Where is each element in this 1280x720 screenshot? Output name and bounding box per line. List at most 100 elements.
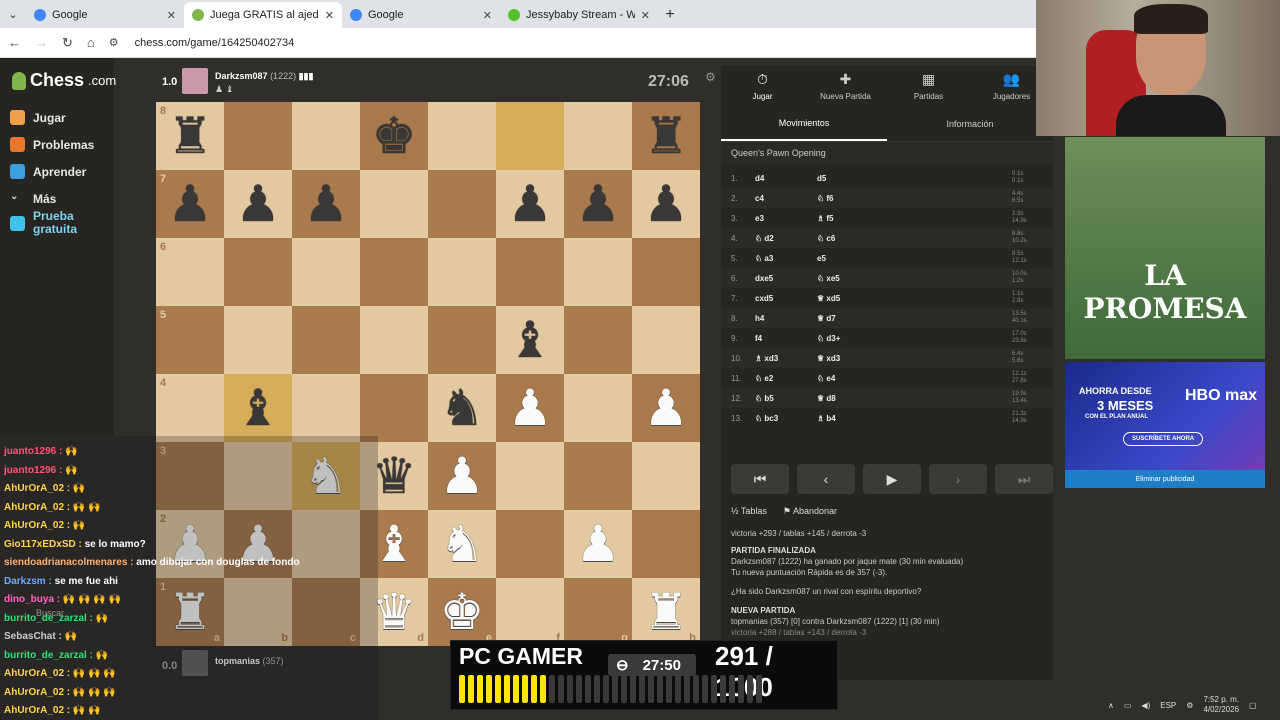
chat-username[interactable]: Darkzsm : (4, 576, 52, 587)
chevron-up-icon[interactable]: ∧ (1108, 701, 1114, 710)
square-h3[interactable] (632, 442, 700, 510)
square-h1[interactable]: h ♜ (632, 578, 700, 646)
square-f5[interactable]: ♝ (496, 306, 564, 374)
settings-gear-icon[interactable]: ⚙ (705, 70, 716, 84)
square-c7[interactable]: ♟ (292, 170, 360, 238)
network-icon[interactable]: ▭ (1124, 701, 1132, 710)
resign-button[interactable]: ⚑ Abandonar (783, 506, 837, 517)
chat-username[interactable]: AhUrOrA_02 : (4, 502, 70, 513)
square-e7[interactable] (428, 170, 496, 238)
chat-username[interactable]: AhUrOrA_02 : (4, 668, 70, 679)
black-move[interactable]: ♘ f6 (817, 194, 1012, 203)
black-move[interactable]: ♘ e4 (817, 374, 1012, 383)
subscribe-button[interactable]: SUSCRÍBETE AHORA (1123, 432, 1204, 446)
square-g5[interactable] (564, 306, 632, 374)
square-a6[interactable]: 6 (156, 238, 224, 306)
black-move[interactable]: ♘ d3+ (817, 334, 1012, 343)
chat-username[interactable]: burrito_de_zarzal : (4, 650, 93, 661)
black-pawn-icon[interactable]: ♟ (168, 179, 213, 229)
sidebar-item[interactable]: Problemas (10, 137, 94, 152)
black-pawn-icon[interactable]: ♟ (508, 179, 553, 229)
black-move[interactable]: ♕ d7 (817, 314, 1012, 323)
square-h4[interactable]: ♟ (632, 374, 700, 442)
square-a8[interactable]: 8 ♜ (156, 102, 224, 170)
square-d5[interactable] (360, 306, 428, 374)
close-icon[interactable]: ✕ (167, 9, 176, 22)
chat-username[interactable]: juanto1296 : (4, 446, 62, 457)
black-knight-icon[interactable]: ♞ (440, 383, 485, 433)
chat-username[interactable]: Gio117xEDxSD : (4, 539, 82, 550)
white-move[interactable]: e3 (755, 214, 817, 223)
square-b5[interactable] (224, 306, 292, 374)
close-icon[interactable]: ✕ (325, 9, 334, 22)
square-c5[interactable] (292, 306, 360, 374)
black-move[interactable]: ♕ d8 (817, 394, 1012, 403)
white-king-icon[interactable]: ♚ (440, 587, 485, 637)
white-move[interactable]: f4 (755, 334, 817, 343)
chat-username[interactable]: siendoadrianacolmenares : (4, 557, 134, 568)
chat-username[interactable]: AhUrOrA_02 : (4, 705, 70, 716)
chat-username[interactable]: juanto1296 : (4, 465, 62, 476)
remove-ads-button[interactable]: Eliminar publicidad (1065, 470, 1265, 488)
close-icon[interactable]: ✕ (641, 9, 650, 22)
chat-username[interactable]: AhUrOrA_02 : (4, 687, 70, 698)
browser-tab[interactable]: Juega GRATIS al ajedrez onl ✕ (184, 2, 342, 28)
tab-search-chevron-icon[interactable]: ⌄ (0, 0, 26, 28)
chat-username[interactable]: SebasChat : (4, 631, 62, 642)
white-move[interactable]: h4 (755, 314, 817, 323)
chat-username[interactable]: AhUrOrA_02 : (4, 520, 70, 531)
black-rook-icon[interactable]: ♜ (168, 111, 213, 161)
square-b7[interactable]: ♟ (224, 170, 292, 238)
language-indicator[interactable]: ESP (1160, 701, 1176, 710)
square-d6[interactable] (360, 238, 428, 306)
square-g1[interactable]: g (564, 578, 632, 646)
square-e8[interactable] (428, 102, 496, 170)
clock[interactable]: 7:52 p. m. 4/02/2026 (1203, 695, 1239, 715)
square-e4[interactable]: ♞ (428, 374, 496, 442)
square-b8[interactable] (224, 102, 292, 170)
first-move-button[interactable]: ⏮ (731, 464, 789, 494)
back-icon[interactable]: ← (8, 35, 21, 50)
black-queen-icon[interactable]: ♛ (372, 451, 417, 501)
square-a5[interactable]: 5 (156, 306, 224, 374)
black-rook-icon[interactable]: ♜ (644, 111, 689, 161)
square-h8[interactable]: ♜ (632, 102, 700, 170)
black-move[interactable]: ♕ xd5 (817, 294, 1012, 303)
square-f6[interactable] (496, 238, 564, 306)
tab-movimientos[interactable]: Movimientos (721, 106, 887, 141)
white-pawn-icon[interactable]: ♟ (440, 451, 485, 501)
square-f2[interactable] (496, 510, 564, 578)
square-f7[interactable]: ♟ (496, 170, 564, 238)
square-f3[interactable] (496, 442, 564, 510)
square-d8[interactable]: ♚ (360, 102, 428, 170)
reload-icon[interactable]: ↻ (62, 35, 73, 51)
square-e1[interactable]: e ♚ (428, 578, 496, 646)
chat-username[interactable]: dino_buya : (4, 594, 60, 605)
browser-tab[interactable]: Jessybaby Stream - Watch Live ✕ (500, 2, 658, 28)
last-move-button[interactable]: ⏭ (995, 464, 1053, 494)
white-move[interactable]: ♘ bc3 (755, 414, 817, 423)
play-button[interactable]: ▶ (863, 464, 921, 494)
black-king-icon[interactable]: ♚ (372, 111, 417, 161)
square-g6[interactable] (564, 238, 632, 306)
black-bishop-icon[interactable]: ♝ (508, 315, 553, 365)
draw-button[interactable]: ½ Tablas (731, 506, 767, 517)
volume-icon[interactable]: ◀) (1141, 701, 1150, 710)
square-d7[interactable] (360, 170, 428, 238)
close-icon[interactable]: ✕ (483, 9, 492, 22)
white-move[interactable]: ♘ b5 (755, 394, 817, 403)
square-a7[interactable]: 7 ♟ (156, 170, 224, 238)
square-g2[interactable]: ♟ (564, 510, 632, 578)
square-h6[interactable] (632, 238, 700, 306)
square-h5[interactable] (632, 306, 700, 374)
square-g3[interactable] (564, 442, 632, 510)
square-g8[interactable] (564, 102, 632, 170)
chat-username[interactable]: AhUrOrA_02 : (4, 483, 70, 494)
new-tab-button[interactable]: + (658, 2, 682, 28)
white-move[interactable]: ♘ e2 (755, 374, 817, 383)
sidebar-item[interactable]: Prueba gratuita (10, 210, 83, 236)
square-b4[interactable]: ♝ (224, 374, 292, 442)
black-move[interactable]: d5 (817, 174, 1012, 183)
url-field[interactable]: chess.com/game/164250402734 (135, 37, 295, 49)
black-move[interactable]: ♗ b4 (817, 414, 1012, 423)
